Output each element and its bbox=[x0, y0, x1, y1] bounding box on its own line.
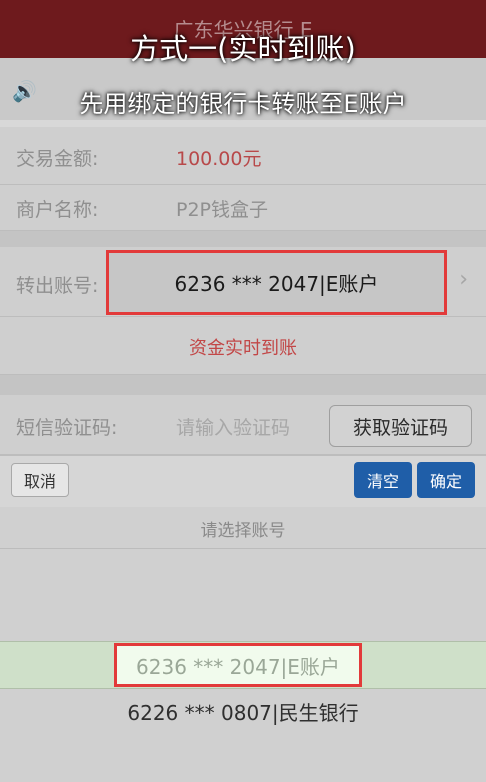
chevron-right-icon: › bbox=[459, 267, 468, 292]
cancel-button[interactable]: 取消 bbox=[11, 463, 69, 497]
amount-row: 交易金额: 100.00元 bbox=[0, 127, 486, 185]
overlay-title: 方式一(实时到账) bbox=[130, 32, 356, 66]
clear-button[interactable]: 清空 bbox=[354, 462, 412, 498]
section-gap bbox=[0, 375, 486, 395]
picker-title: 请选择账号 bbox=[200, 521, 286, 541]
account-label: 转出账号: bbox=[16, 275, 99, 297]
divider bbox=[0, 548, 486, 549]
picker-option-selected[interactable]: 6236 *** 2047|E账户 bbox=[114, 643, 362, 687]
picker-option-label: 6236 *** 2047|E账户 bbox=[136, 654, 340, 679]
merchant-value: P2P钱盒子 bbox=[176, 199, 269, 221]
amount-value: 100.00元 bbox=[176, 148, 262, 170]
merchant-row: 商户名称: P2P钱盒子 bbox=[0, 185, 486, 231]
account-select[interactable]: 6236 *** 2047|E账户 bbox=[106, 250, 447, 315]
picker-toolbar bbox=[0, 455, 486, 507]
merchant-label: 商户名称: bbox=[16, 199, 99, 221]
get-code-button[interactable]: 获取验证码 bbox=[329, 405, 472, 447]
account-value: 6236 *** 2047|E账户 bbox=[174, 272, 379, 296]
sms-label: 短信验证码: bbox=[16, 417, 118, 439]
amount-label: 交易金额: bbox=[16, 148, 99, 170]
sms-input[interactable]: 请输入验证码 bbox=[176, 413, 290, 440]
realtime-text: 资金实时到账 bbox=[189, 338, 297, 359]
overlay-subtitle: 先用绑定的银行卡转账至E账户 bbox=[79, 90, 407, 118]
picker-option[interactable]: 6226 *** 0807|民生银行 bbox=[0, 697, 486, 726]
confirm-button[interactable]: 确定 bbox=[417, 462, 475, 498]
section-gap bbox=[0, 231, 486, 247]
